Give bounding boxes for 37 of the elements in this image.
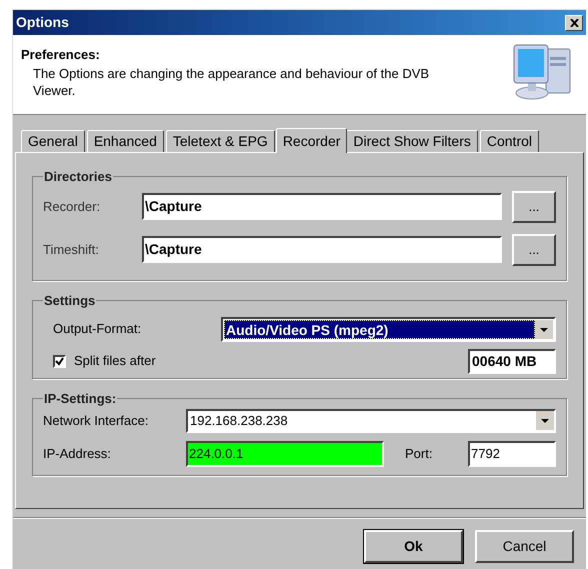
directory-field[interactable]: \Capture bbox=[142, 193, 502, 220]
split-size-field[interactable]: 00640 MB bbox=[468, 348, 556, 374]
caret-icon bbox=[535, 320, 553, 338]
ip-address-field[interactable]: 224.0.0.1 bbox=[186, 440, 384, 466]
close-button[interactable] bbox=[565, 14, 583, 30]
field-label: Recorder: bbox=[43, 198, 102, 216]
tab[interactable]: Control bbox=[480, 130, 540, 152]
group-title: Settings bbox=[43, 292, 96, 310]
field-label: Timeshift: bbox=[43, 240, 100, 259]
output-format-dropdown[interactable]: Audio/Video PS (mpeg2) bbox=[221, 316, 556, 342]
field-label: Port: bbox=[405, 444, 434, 463]
checkbox-label: Split files after bbox=[74, 352, 156, 370]
browse-button[interactable]: ... bbox=[512, 190, 556, 222]
close-icon bbox=[570, 18, 578, 26]
directory-field[interactable]: \Capture bbox=[142, 236, 502, 263]
field-label: IP-Address: bbox=[43, 444, 112, 463]
port-field[interactable]: 7792 bbox=[468, 440, 556, 466]
network-interface-dropdown[interactable]: 192.168.238.238 bbox=[186, 408, 556, 432]
tab[interactable]: Recorder bbox=[276, 128, 348, 153]
tab[interactable]: Enhanced bbox=[86, 130, 164, 152]
header-description: The Options are changing the appearance and behaviour of the DVB Viewer. bbox=[32, 64, 430, 98]
dropdown-value: Audio/Video PS (mpeg2) bbox=[224, 320, 535, 338]
tab[interactable]: General bbox=[21, 130, 85, 152]
header-title: Preferences: bbox=[21, 46, 101, 64]
tab[interactable]: Direct Show Filters bbox=[346, 130, 478, 152]
dropdown-value: 192.168.238.238 bbox=[189, 412, 289, 430]
browse-button[interactable]: ... bbox=[512, 234, 556, 266]
group-title: Directories bbox=[43, 168, 113, 186]
checkbox[interactable] bbox=[53, 354, 66, 368]
dialog-button[interactable]: Ok bbox=[364, 530, 463, 563]
tab[interactable]: Teletext & EPG bbox=[166, 130, 275, 152]
group-title: IP-Settings: bbox=[43, 390, 118, 408]
caret-icon bbox=[536, 411, 554, 430]
field-label: Network Interface: bbox=[43, 412, 150, 430]
field-label: Output-Format: bbox=[53, 320, 142, 338]
dialog-button[interactable]: Cancel bbox=[475, 530, 574, 563]
window-title: Options bbox=[16, 13, 69, 32]
